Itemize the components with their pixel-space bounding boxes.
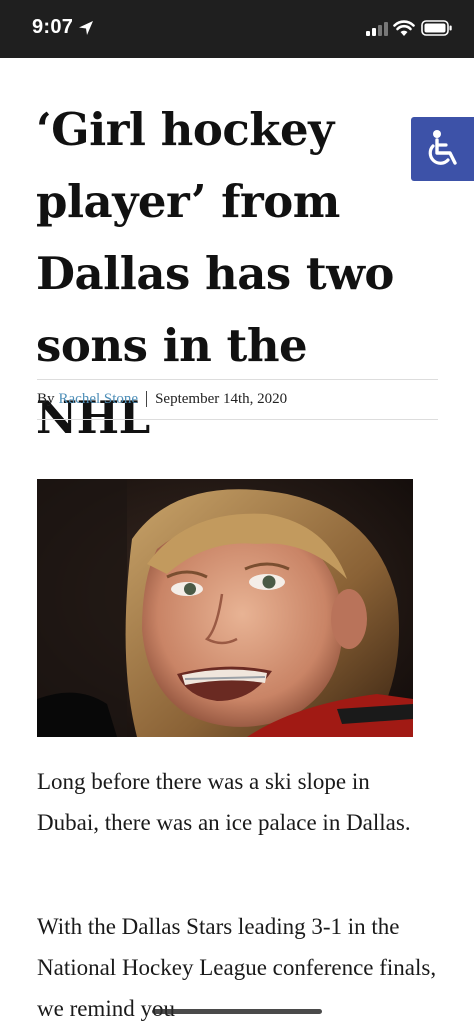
byline-bottom-divider: [37, 419, 438, 420]
battery-icon: [421, 20, 452, 36]
wifi-icon: [393, 20, 415, 36]
byline-separator: [146, 391, 148, 407]
article-paragraph: With the Dallas Stars leading 3-1 in the…: [37, 914, 437, 1021]
byline: By Rachel Stone September 14th, 2020: [37, 388, 438, 410]
accessibility-icon: [428, 130, 457, 165]
accessibility-button[interactable]: [411, 117, 474, 181]
byline-prefix: By: [37, 390, 55, 407]
article-paragraph: Long before there was a ski slope in Dub…: [37, 769, 411, 835]
cellular-signal-icon: [366, 22, 388, 36]
home-indicator[interactable]: [152, 1009, 322, 1014]
publish-date: September 14th, 2020: [155, 390, 288, 407]
location-arrow-icon: [79, 21, 93, 35]
status-bar: 9:07: [0, 0, 474, 58]
author-link[interactable]: Rachel Stone: [59, 391, 139, 408]
hero-image: [37, 479, 413, 737]
status-time: 9:07: [32, 16, 74, 38]
byline-top-divider: [37, 379, 438, 380]
